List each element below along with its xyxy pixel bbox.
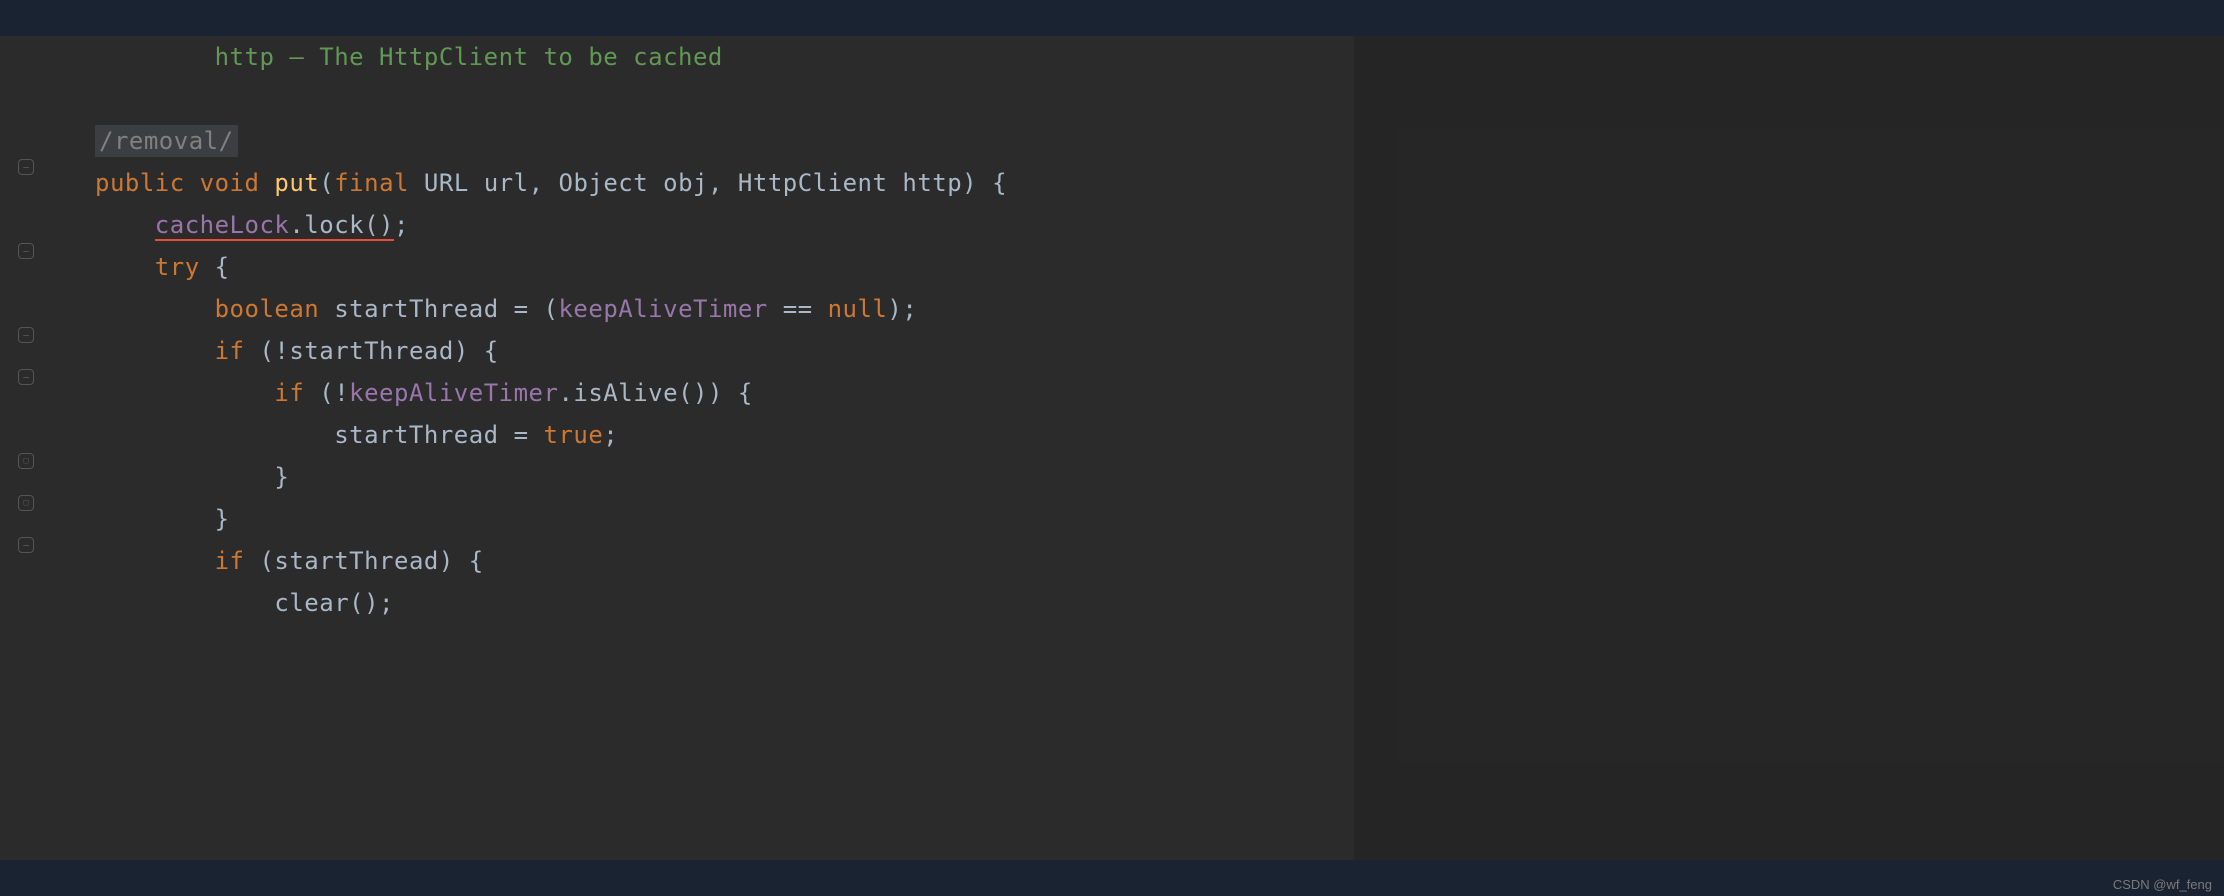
code-editor[interactable]: http – The HttpClient to be cached /remo… bbox=[0, 36, 2224, 860]
code-line: cacheLock.lock(); bbox=[95, 204, 2184, 246]
method-clear: clear bbox=[274, 589, 349, 617]
open-paren: ( bbox=[678, 379, 693, 407]
close-paren: ) bbox=[379, 211, 394, 239]
code-line: if (!keepAliveTimer.isAlive()) { bbox=[95, 372, 2184, 414]
var-startthread: startThread bbox=[289, 337, 453, 365]
comma: , bbox=[708, 169, 723, 197]
dot: . bbox=[558, 379, 573, 407]
folded-doc-comment[interactable]: /removal/ bbox=[95, 125, 238, 157]
keyword-boolean: boolean bbox=[215, 295, 320, 323]
not-op: ! bbox=[274, 337, 289, 365]
dot: . bbox=[289, 211, 304, 239]
open-paren: ( bbox=[544, 295, 559, 323]
field-keepalivetimer: keepAliveTimer bbox=[558, 295, 767, 323]
fold-marker-icon[interactable] bbox=[18, 537, 34, 553]
assign: = bbox=[514, 421, 529, 449]
code-line: http – The HttpClient to be cached bbox=[95, 36, 2184, 78]
close-paren: ) bbox=[962, 169, 977, 197]
keyword-true: true bbox=[544, 421, 604, 449]
semicolon: ; bbox=[379, 589, 394, 617]
open-paren: ( bbox=[349, 589, 364, 617]
open-brace: { bbox=[484, 337, 499, 365]
param-obj: obj bbox=[663, 169, 708, 197]
var-startthread: startThread bbox=[274, 547, 438, 575]
method-lock: lock bbox=[304, 211, 364, 239]
code-line: public void put(final URL url, Object ob… bbox=[95, 162, 2184, 204]
field-cachelock: cacheLock bbox=[155, 211, 290, 239]
open-brace: { bbox=[992, 169, 1007, 197]
var-startthread: startThread bbox=[334, 421, 498, 449]
comma: , bbox=[529, 169, 544, 197]
keyword-final: final bbox=[334, 169, 409, 197]
code-line: if (!startThread) { bbox=[95, 330, 2184, 372]
semicolon: ; bbox=[902, 295, 917, 323]
fold-marker-icon[interactable] bbox=[18, 327, 34, 343]
open-brace: { bbox=[469, 547, 484, 575]
code-line: /removal/ bbox=[95, 120, 2184, 162]
keyword-if: if bbox=[215, 337, 245, 365]
error-underline: cacheLock.lock() bbox=[155, 211, 394, 241]
close-brace: } bbox=[215, 505, 230, 533]
keyword-try: try bbox=[155, 253, 200, 281]
open-paren: ( bbox=[319, 379, 334, 407]
close-paren: ) bbox=[454, 337, 469, 365]
editor-gutter bbox=[0, 36, 55, 860]
not-op: ! bbox=[334, 379, 349, 407]
close-brace: } bbox=[274, 463, 289, 491]
field-keepalivetimer: keepAliveTimer bbox=[349, 379, 558, 407]
window-top-bar bbox=[0, 0, 2224, 36]
keyword-if: if bbox=[215, 547, 245, 575]
var-startthread: startThread bbox=[334, 295, 498, 323]
close-paren: ) bbox=[708, 379, 723, 407]
keyword-null: null bbox=[828, 295, 888, 323]
code-line: clear(); bbox=[95, 582, 2184, 624]
keyword-if: if bbox=[274, 379, 304, 407]
fold-marker-icon[interactable] bbox=[18, 369, 34, 385]
close-paren: ) bbox=[364, 589, 379, 617]
type-object: Object bbox=[559, 169, 649, 197]
keyword-void: void bbox=[200, 169, 260, 197]
code-area[interactable]: http – The HttpClient to be cached /remo… bbox=[55, 36, 2224, 860]
doc-comment: http – The HttpClient to be cached bbox=[95, 43, 723, 71]
code-line: } bbox=[95, 456, 2184, 498]
open-paren: ( bbox=[364, 211, 379, 239]
semicolon: ; bbox=[603, 421, 618, 449]
fold-marker-icon[interactable] bbox=[18, 159, 34, 175]
fold-collapse-icon[interactable] bbox=[18, 495, 34, 511]
code-line: startThread = true; bbox=[95, 414, 2184, 456]
watermark-text: CSDN @wf_feng bbox=[2113, 877, 2212, 892]
close-paren: ) bbox=[887, 295, 902, 323]
code-line: boolean startThread = (keepAliveTimer ==… bbox=[95, 288, 2184, 330]
code-line bbox=[95, 78, 2184, 120]
method-name: put bbox=[274, 169, 319, 197]
code-line: if (startThread) { bbox=[95, 540, 2184, 582]
method-isalive: isAlive bbox=[573, 379, 678, 407]
close-paren: ) bbox=[693, 379, 708, 407]
open-brace: { bbox=[738, 379, 753, 407]
param-http: http bbox=[902, 169, 962, 197]
open-paren: ( bbox=[259, 337, 274, 365]
close-paren: ) bbox=[439, 547, 454, 575]
type-httpclient: HttpClient bbox=[738, 169, 888, 197]
param-url: url bbox=[484, 169, 529, 197]
type-url: URL bbox=[424, 169, 469, 197]
assign: = bbox=[514, 295, 529, 323]
keyword-public: public bbox=[95, 169, 185, 197]
code-line: } bbox=[95, 498, 2184, 540]
eq-op: == bbox=[783, 295, 813, 323]
window-bottom-bar bbox=[0, 860, 2224, 896]
semicolon: ; bbox=[394, 211, 409, 239]
fold-marker-icon[interactable] bbox=[18, 243, 34, 259]
open-brace: { bbox=[215, 253, 230, 281]
open-paren: ( bbox=[319, 169, 334, 197]
open-paren: ( bbox=[259, 547, 274, 575]
code-line: try { bbox=[95, 246, 2184, 288]
fold-collapse-icon[interactable] bbox=[18, 453, 34, 469]
